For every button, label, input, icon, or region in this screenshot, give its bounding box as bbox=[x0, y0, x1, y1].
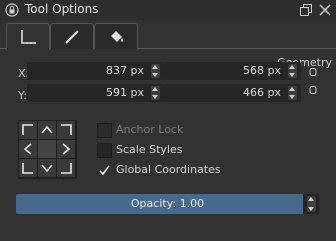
width-value: 568 px bbox=[243, 64, 281, 77]
checkmark-icon bbox=[99, 165, 110, 176]
y-spin-arrows[interactable] bbox=[151, 86, 160, 100]
chevron-right-icon bbox=[62, 143, 71, 155]
tool-tabs: Geometry bbox=[0, 20, 336, 69]
height-value: 466 px bbox=[243, 86, 281, 99]
height-input[interactable]: 466 px bbox=[164, 84, 301, 102]
opacity-spin-arrows[interactable] bbox=[307, 196, 316, 212]
global-coordinates-label: Global Coordinates bbox=[116, 163, 221, 176]
y-label: Y: bbox=[18, 89, 27, 102]
opacity-label: Opacity: 1.00 bbox=[130, 197, 205, 210]
tab-fill[interactable] bbox=[94, 23, 138, 49]
y-input[interactable]: 591 px bbox=[27, 84, 164, 102]
x-spin-arrows[interactable] bbox=[151, 64, 160, 78]
opacity-slider[interactable]: Opacity: 1.00 bbox=[16, 194, 319, 214]
height-spin-arrows[interactable] bbox=[288, 86, 297, 100]
corner-top-right-icon bbox=[61, 124, 72, 135]
chevron-up-icon bbox=[41, 125, 53, 134]
x-input[interactable]: 837 px bbox=[27, 62, 164, 80]
anchor-left[interactable] bbox=[19, 140, 37, 158]
chevron-left-icon bbox=[23, 143, 32, 155]
width-input[interactable]: 568 px bbox=[164, 62, 301, 80]
chain-link-icon[interactable] bbox=[309, 68, 317, 76]
corner-bottom-left-icon bbox=[22, 163, 33, 174]
anchor-bottom-right[interactable] bbox=[57, 159, 75, 177]
corner-bottom-right-icon bbox=[61, 163, 72, 174]
y-value: 591 px bbox=[106, 86, 144, 99]
lock-icon[interactable] bbox=[5, 3, 19, 17]
float-window-icon[interactable] bbox=[299, 3, 313, 17]
window-title: Tool Options bbox=[25, 2, 99, 16]
anchor-top[interactable] bbox=[38, 121, 56, 139]
tab-stroke[interactable] bbox=[50, 23, 94, 49]
anchor-lock-checkbox[interactable] bbox=[97, 123, 112, 138]
anchor-right[interactable] bbox=[57, 140, 75, 158]
line-icon bbox=[65, 30, 79, 44]
tab-transform[interactable] bbox=[6, 23, 50, 50]
width-spin-arrows[interactable] bbox=[288, 64, 297, 78]
close-icon[interactable] bbox=[318, 3, 332, 17]
anchor-top-right[interactable] bbox=[57, 121, 75, 139]
x-value: 837 px bbox=[106, 64, 144, 77]
chain-unlink-icon[interactable] bbox=[309, 86, 317, 94]
paint-bucket-icon bbox=[111, 31, 123, 42]
anchor-bottom-left[interactable] bbox=[19, 159, 37, 177]
global-coordinates-checkbox[interactable] bbox=[97, 163, 112, 178]
scale-styles-checkbox[interactable] bbox=[97, 143, 112, 158]
bounding-box-icon bbox=[21, 30, 36, 44]
anchor-bottom[interactable] bbox=[38, 159, 56, 177]
anchor-center[interactable] bbox=[38, 140, 56, 158]
scale-styles-label: Scale Styles bbox=[116, 143, 183, 156]
anchor-point-grid bbox=[18, 120, 77, 179]
anchor-top-left[interactable] bbox=[19, 121, 37, 139]
corner-top-left-icon bbox=[22, 124, 33, 135]
title-bar: Tool Options bbox=[0, 0, 336, 20]
anchor-lock-label: Anchor Lock bbox=[116, 123, 184, 136]
chevron-down-icon bbox=[41, 164, 53, 173]
